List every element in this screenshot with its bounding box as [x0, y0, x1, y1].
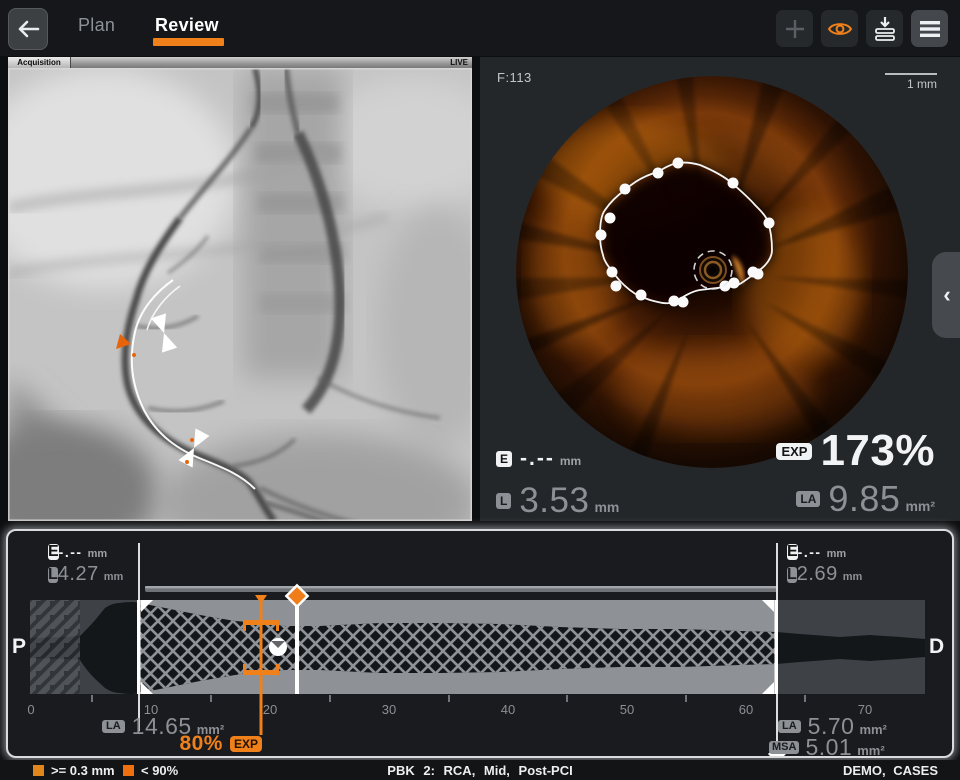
exp-badge: EXP: [230, 736, 262, 752]
axis-tick-label: 0: [11, 702, 51, 717]
case-label: PBK 2: RCA, Mid, Post-PCI: [0, 763, 960, 778]
angiography-viewport[interactable]: [8, 68, 472, 521]
l-badge: L: [496, 493, 511, 509]
top-bar: Plan Review: [0, 0, 960, 56]
e-unit: mm: [560, 454, 581, 468]
axis-tick-label: 30: [369, 702, 409, 717]
axis-tick-label: 40: [488, 702, 528, 717]
xray-image: [8, 68, 472, 521]
e-badge: E: [787, 544, 798, 560]
status-bar: >= 0.3 mm < 90% PBK 2: RCA, Mid, Post-PC…: [0, 760, 960, 780]
tab-plan[interactable]: Plan: [78, 15, 115, 36]
view-button[interactable]: [821, 10, 858, 47]
angio-dot-marker: [185, 460, 189, 464]
oct-lumen-diameter: L 3.53 mm: [496, 481, 619, 521]
proximal-label: P: [12, 635, 26, 659]
expansion-percent: 80% EXP: [140, 732, 262, 756]
demo-cases-label: DEMO, CASES: [843, 763, 938, 778]
la-badge: LA: [102, 720, 125, 733]
arrow-left-icon: [16, 19, 40, 39]
distal-expansion-diameter: E -.-- mm: [787, 544, 846, 560]
msa-badge: MSA: [769, 741, 799, 754]
no-data-hatch: [30, 600, 80, 694]
l-unit: mm: [594, 499, 619, 515]
angio-dot-marker: [190, 438, 194, 442]
exp-value: 173%: [820, 426, 935, 476]
oct-expansion-diameter: E -.-- mm: [496, 447, 581, 471]
longitudinal-view-card: E -.-- mm L 4.27 mm E -.-- mm L 2.69 mm …: [6, 529, 954, 758]
e-badge: E: [496, 451, 512, 467]
tab-review[interactable]: Review: [155, 15, 219, 36]
axis-tick-label: 60: [726, 702, 766, 717]
plus-icon: [784, 18, 806, 40]
axis-tick-label: 50: [607, 702, 647, 717]
save-archive-icon: [873, 16, 897, 42]
active-tab-underline: [153, 38, 224, 46]
menu-button[interactable]: [911, 10, 948, 47]
acquisition-tab[interactable]: Acquisition: [8, 57, 71, 68]
live-label: LIVE: [450, 57, 468, 68]
la-value: 9.85: [828, 478, 900, 520]
eye-icon: [827, 19, 853, 39]
frame-marker-line[interactable]: [295, 603, 299, 694]
axis-tick-label: 10: [131, 702, 171, 717]
acquisition-bar: LIVE: [8, 57, 472, 68]
l-value: 3.53: [519, 481, 589, 521]
la-badge: LA: [796, 491, 820, 507]
oct-expansion-percent: EXP 173%: [776, 426, 935, 476]
l-badge: L: [787, 567, 797, 583]
minimum-stent-area: MSA 5.01 mm²: [769, 734, 885, 761]
mla-ball-marker[interactable]: [269, 638, 287, 656]
oct-panel: F:113 1 mm: [480, 57, 960, 521]
l-badge: L: [48, 567, 58, 583]
oct-lumen-area: LA 9.85 mm²: [796, 478, 935, 520]
acquisition-label: Acquisition: [17, 58, 61, 67]
hamburger-icon: [919, 20, 941, 38]
chevron-left-icon: ‹: [943, 284, 950, 306]
angio-dot-marker: [132, 353, 136, 357]
proximal-expansion-diameter: E -.-- mm: [48, 544, 107, 560]
axis-minor-ticks: [92, 695, 805, 702]
export-button[interactable]: [866, 10, 903, 47]
side-drawer-handle[interactable]: ‹: [932, 252, 960, 338]
e-value: -.--: [520, 447, 555, 471]
la-unit: mm²: [905, 498, 935, 514]
e-badge: E: [48, 544, 59, 560]
exp-badge: EXP: [776, 443, 812, 460]
back-button[interactable]: [8, 8, 48, 50]
distal-label: D: [929, 635, 944, 659]
axis-tick-label: 20: [250, 702, 290, 717]
proximal-lumen-diameter: L 4.27 mm: [48, 563, 123, 586]
distal-lumen-diameter: L 2.69 mm: [787, 563, 862, 586]
axis-tick-label: 70: [845, 702, 885, 717]
add-button[interactable]: [776, 10, 813, 47]
la-badge: LA: [778, 720, 801, 733]
